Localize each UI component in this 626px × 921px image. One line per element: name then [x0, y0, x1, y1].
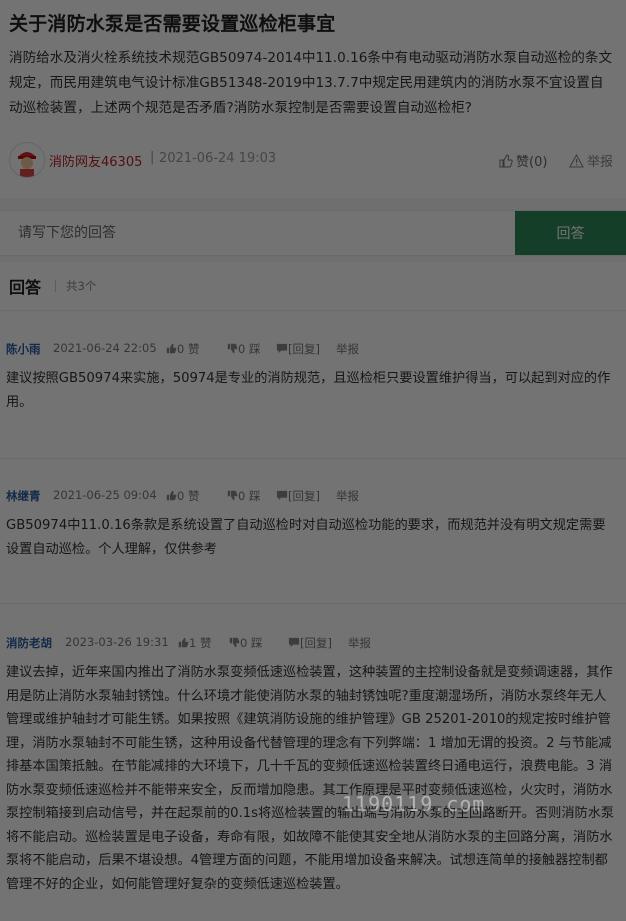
like-label: 赞(0) — [516, 155, 548, 170]
answer-text: GB50974中11.0.16条款是系统设置了自动巡检时对自动巡检功能的要求，而… — [6, 518, 606, 557]
site-watermark: 1190119.com — [342, 792, 486, 816]
answers-count: 共3个 — [66, 279, 97, 293]
thumbs-down-icon — [227, 490, 238, 501]
reply-button[interactable]: [回复] — [288, 635, 332, 650]
like-count: 0 赞 — [177, 342, 200, 356]
answers-section: 回答 共3个 陈小雨 2021-06-24 22:05 0 赞 0 踩 [回复]… — [0, 262, 626, 921]
report-label: 举报 — [587, 155, 614, 170]
like-button[interactable]: 0 赞 — [166, 488, 199, 503]
answers-title: 回答 — [9, 278, 42, 297]
like-button[interactable]: 1 赞 — [178, 635, 211, 650]
firefighter-avatar-icon — [11, 144, 43, 177]
comment-icon — [276, 490, 288, 501]
answer-user[interactable]: 林继青 — [6, 488, 41, 504]
question-title: 关于消防水泵是否需要设置巡检柜事宜 — [9, 13, 336, 35]
question-author[interactable]: 消防网友46305 — [49, 151, 142, 170]
reply-button[interactable]: [回复] — [276, 341, 320, 356]
thumbs-down-icon — [229, 637, 240, 648]
meta-separator: | — [150, 150, 155, 165]
question-meta: 消防网友46305 | 2021-06-24 19:03 赞(0) 举报 — [9, 142, 617, 178]
answer-input[interactable] — [9, 211, 527, 255]
answer-date: 2023-03-26 19:31 — [65, 635, 169, 649]
answer-text: 建议按照GB50974来实施，50974是专业的消防规范，且巡检柜只要设置维护得… — [6, 371, 611, 410]
answer-text: 建议去掉，近年来国内推出了消防水泵变频低速巡检装置，这种装置的主控制设备就是变频… — [6, 665, 615, 892]
report-link[interactable]: 举报 — [336, 341, 359, 357]
answer-divider — [0, 603, 626, 604]
report-button[interactable]: 举报 — [569, 151, 613, 170]
answer-user[interactable]: 陈小雨 — [6, 341, 41, 357]
comment-icon — [276, 343, 288, 354]
answers-header: 回答 共3个 — [9, 274, 96, 298]
dislike-button[interactable]: 0 踩 — [229, 635, 262, 650]
header-divider — [55, 280, 57, 292]
dislike-count: 0 踩 — [238, 489, 261, 503]
thumbs-up-icon — [166, 490, 177, 501]
like-count: 0 赞 — [177, 489, 200, 503]
thumbs-up-icon — [166, 343, 177, 354]
answer-user[interactable]: 消防老胡 — [6, 635, 52, 651]
reply-label: [回复] — [300, 636, 332, 650]
avatar[interactable] — [9, 142, 45, 178]
dislike-button[interactable]: 0 踩 — [227, 341, 260, 356]
reply-button[interactable]: [回复] — [276, 488, 320, 503]
like-button[interactable]: 0 赞 — [166, 341, 199, 356]
header-underline — [0, 310, 626, 311]
dislike-count: 0 踩 — [240, 636, 263, 650]
like-count: 1 赞 — [189, 636, 212, 650]
answer-form: 回答 — [0, 210, 626, 256]
warning-icon — [569, 153, 584, 168]
report-link[interactable]: 举报 — [336, 488, 359, 504]
thumbs-up-icon — [499, 153, 513, 167]
thumbs-down-icon — [227, 343, 238, 354]
like-button[interactable]: 赞(0) — [499, 151, 547, 170]
submit-answer-button[interactable]: 回答 — [515, 211, 626, 255]
answer-date: 2021-06-24 22:05 — [53, 341, 157, 355]
reply-label: [回复] — [288, 489, 320, 503]
reply-label: [回复] — [288, 342, 320, 356]
question-body: 消防给水及消火栓系统技术规范GB50974-2014中11.0.16条中有电动驱… — [9, 50, 613, 116]
report-link[interactable]: 举报 — [348, 635, 371, 651]
answer-date: 2021-06-25 09:04 — [53, 488, 157, 502]
question-card: 关于消防水泵是否需要设置巡检柜事宜 消防给水及消火栓系统技术规范GB50974-… — [0, 0, 626, 198]
thumbs-up-icon — [178, 637, 189, 648]
dislike-button[interactable]: 0 踩 — [227, 488, 260, 503]
question-date: 2021-06-24 19:03 — [159, 151, 277, 166]
answer-divider — [0, 458, 626, 459]
comment-icon — [288, 637, 300, 648]
dislike-count: 0 踩 — [238, 342, 261, 356]
